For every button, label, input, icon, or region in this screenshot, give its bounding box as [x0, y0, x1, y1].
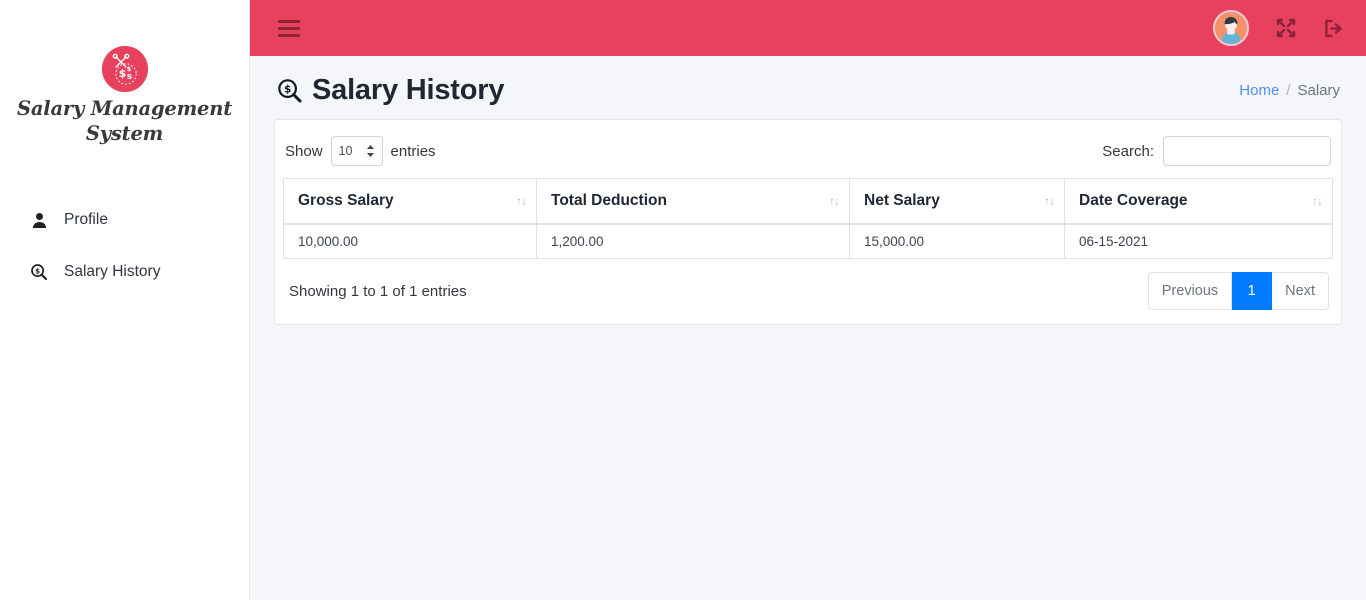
svg-text:$: $	[118, 67, 126, 80]
sort-both-icon: ↑↓	[829, 194, 840, 208]
magnifier-dollar-icon: $	[28, 263, 50, 281]
search-control: Search:	[1102, 136, 1331, 166]
column-header-label: Date Coverage	[1079, 192, 1188, 209]
page-title-text: Salary History	[312, 74, 505, 106]
hamburger-menu-icon[interactable]	[278, 19, 300, 37]
column-header-label: Net Salary	[864, 192, 940, 209]
table-row[interactable]: 10,000.00 1,200.00 15,000.00 06-15-2021	[283, 224, 1333, 259]
sidebar-item-label: Profile	[64, 211, 108, 228]
cell-date-coverage: 06-15-2021	[1064, 224, 1333, 259]
column-header-label: Gross Salary	[298, 192, 394, 209]
column-header-gross-salary[interactable]: Gross Salary ↑↓	[283, 178, 537, 225]
page-length-select-wrap: 10 25 50 100	[330, 136, 383, 166]
sidebar-item-profile[interactable]: Profile	[0, 202, 249, 238]
search-label: Search:	[1102, 142, 1154, 160]
datatable-toolbar: Show 10 25 50 100	[283, 134, 1333, 178]
page-length-control: Show 10 25 50 100	[285, 136, 436, 166]
table-info: Showing 1 to 1 of 1 entries	[289, 282, 467, 300]
page-title: $ Salary History	[276, 74, 504, 107]
table-header-row: Gross Salary ↑↓ Total Deduction ↑↓ Net S…	[283, 178, 1333, 225]
expand-arrows-icon[interactable]	[1275, 17, 1297, 39]
sort-both-icon: ↑↓	[1312, 194, 1323, 208]
topbar	[250, 0, 1366, 56]
logout-icon[interactable]	[1323, 18, 1344, 39]
svg-text:$: $	[35, 268, 40, 276]
pagination-page-1-button[interactable]: 1	[1232, 272, 1273, 310]
table-head: Gross Salary ↑↓ Total Deduction ↑↓ Net S…	[283, 178, 1333, 225]
breadcrumb-current: Salary	[1297, 82, 1340, 99]
sidebar-item-salary-history[interactable]: $ Salary History	[0, 254, 249, 290]
column-header-net-salary[interactable]: Net Salary ↑↓	[849, 178, 1065, 225]
datatable-footer: Showing 1 to 1 of 1 entries Previous 1 N…	[283, 259, 1333, 318]
topbar-actions	[1213, 10, 1344, 46]
breadcrumb-separator: /	[1286, 82, 1291, 99]
brand-name: Salary Management System	[16, 97, 233, 145]
cell-net-salary: 15,000.00	[849, 224, 1065, 259]
column-header-date-coverage[interactable]: Date Coverage ↑↓	[1064, 178, 1333, 225]
breadcrumb-home-link[interactable]: Home	[1239, 82, 1279, 99]
cell-gross-salary: 10,000.00	[283, 224, 537, 259]
cell-total-deduction: 1,200.00	[536, 224, 850, 259]
svg-text:s: s	[126, 72, 131, 82]
sidebar: $ s $ Salary Management System Profile $…	[0, 0, 250, 600]
table-body: 10,000.00 1,200.00 15,000.00 06-15-2021	[283, 224, 1333, 259]
magnifier-dollar-icon: $	[276, 77, 303, 104]
page-header: $ Salary History Home / Salary	[250, 56, 1366, 119]
pagination: Previous 1 Next	[1147, 272, 1329, 310]
page-length-select[interactable]: 10 25 50 100	[330, 136, 383, 166]
svg-text:$: $	[126, 65, 131, 73]
svg-text:$: $	[284, 84, 291, 96]
sidebar-nav: Profile $ Salary History	[0, 202, 249, 290]
scissors-dollar-logo-icon: $ s $	[101, 46, 148, 92]
salary-history-card: Show 10 25 50 100	[274, 119, 1342, 325]
breadcrumb: Home / Salary	[1239, 82, 1340, 99]
column-header-total-deduction[interactable]: Total Deduction ↑↓	[536, 178, 850, 225]
sidebar-item-label: Salary History	[64, 263, 161, 280]
card-wrapper: Show 10 25 50 100	[250, 119, 1366, 325]
avatar[interactable]	[1213, 10, 1249, 46]
pagination-next-button[interactable]: Next	[1272, 272, 1329, 310]
entries-label: entries	[390, 142, 436, 160]
column-header-label: Total Deduction	[551, 192, 667, 209]
sort-both-icon: ↑↓	[516, 194, 527, 208]
main-pane: $ Salary History Home / Salary Show 10 e…	[250, 0, 1366, 600]
salary-history-table: Gross Salary ↑↓ Total Deduction ↑↓ Net S…	[283, 178, 1333, 259]
sort-both-icon: ↑↓	[1044, 194, 1055, 208]
show-label: Show	[285, 142, 323, 160]
user-icon	[28, 212, 50, 229]
app-root: $ s $ Salary Management System Profile $…	[0, 0, 1366, 600]
brand-block[interactable]: $ s $ Salary Management System	[0, 0, 249, 146]
search-input[interactable]	[1163, 136, 1331, 166]
pagination-previous-button[interactable]: Previous	[1147, 272, 1233, 310]
